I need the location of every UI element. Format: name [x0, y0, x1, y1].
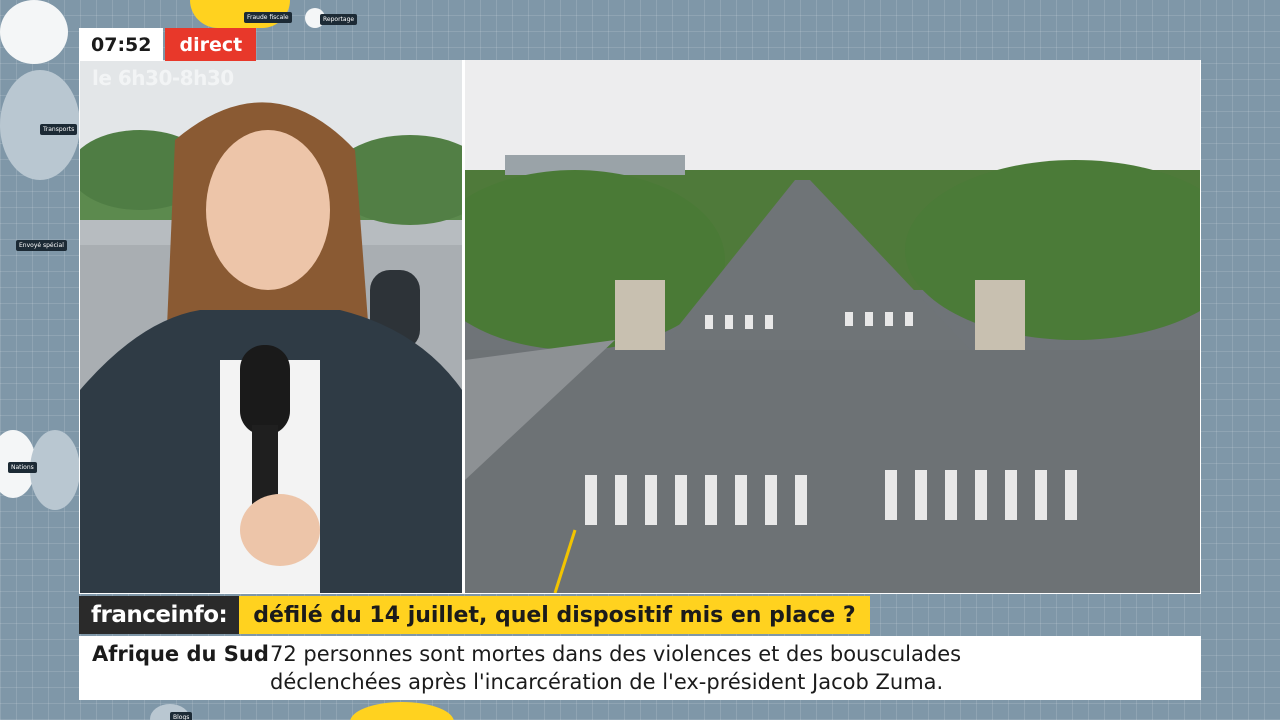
bg-node: [0, 430, 36, 498]
bg-node: [0, 0, 68, 64]
headline-bar: franceinfo: défilé du 14 juillet, quel d…: [79, 596, 870, 634]
avenue-camera: [465, 60, 1200, 593]
avenue-scene: [465, 60, 1200, 593]
reporter-camera: [80, 60, 462, 593]
headline: défilé du 14 juillet, quel dispositif mi…: [239, 596, 870, 634]
bg-node: [30, 430, 80, 510]
bg-tag: Nations: [8, 462, 37, 473]
show-schedule: le 6h30-8h30: [92, 66, 234, 90]
bg-tag: Reportage: [320, 14, 358, 25]
ticker-topic: Afrique du Sud: [92, 642, 269, 666]
bg-node: [150, 704, 190, 720]
bg-node: [0, 70, 80, 180]
bg-node: [305, 8, 325, 28]
channel-logo: franceinfo:: [79, 596, 240, 634]
bg-tag: Blogs: [170, 712, 193, 720]
time-live-badge: 07:52 direct: [79, 28, 257, 61]
ticker-line-2: déclenchées après l'incarcération de l'e…: [270, 670, 944, 694]
bg-tag: Envoyé spécial: [16, 240, 67, 251]
reporter-scene: [80, 60, 462, 593]
bg-tag: Fraude fiscale: [244, 12, 292, 23]
live-badge: direct: [165, 28, 257, 61]
bg-node: [190, 0, 290, 28]
ticker-line-1: 72 personnes sont mortes dans des violen…: [270, 642, 962, 666]
clock: 07:52: [79, 28, 164, 61]
news-ticker: Afrique du Sud 72 personnes sont mortes …: [79, 636, 1201, 700]
bg-tag: Transports: [40, 124, 78, 135]
bg-node: [350, 702, 454, 720]
ticker-text: 72 personnes sont mortes dans des violen…: [270, 640, 961, 696]
